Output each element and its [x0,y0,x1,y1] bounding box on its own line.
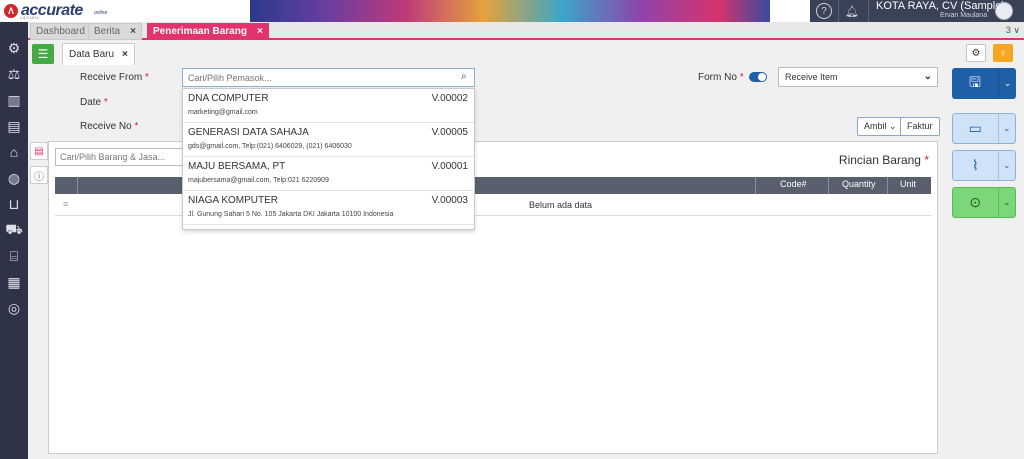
bell-icon[interactable]: 🔔︎ [844,3,860,19]
tab-count-value: 3 [1005,25,1011,35]
gear-icon[interactable]: ⚙ [5,39,23,57]
avatar[interactable] [995,2,1013,20]
list-item[interactable]: GENERASI DATA SAHAJA V.00005 gds@gmail.c… [183,123,474,157]
logo-mark-icon: Λ [4,4,18,18]
form-no-toggle[interactable] [749,72,767,82]
top-bar: Λ accurate online v 5.0.1874 ? 🔔︎ KOTA R… [0,0,1024,22]
tab-penerimaan-barang[interactable]: Penerimaan Barang × [147,23,269,40]
column-unit[interactable]: Unit [900,179,916,189]
tab-bar: Dashboard Berita × Penerimaan Barang × 3… [28,22,1024,40]
user-bar: ? 🔔︎ KOTA RAYA, CV (Sample) Ervan Maulan… [810,0,1024,22]
search-icon[interactable]: ⌕ [461,71,467,82]
faktur-button[interactable]: Faktur [900,117,940,136]
supplier-name: NIAGA KOMPUTER [188,195,279,206]
close-icon[interactable]: × [130,26,136,37]
receive-no-label: Receive No * [80,121,139,132]
column-divider [77,177,78,194]
building-icon[interactable]: ▥ [5,91,23,109]
panel-title: Rincian Barang * [838,153,929,167]
supplier-code: V.00002 [431,93,468,104]
report-icon[interactable]: ▦ [5,273,23,291]
list-item[interactable]: DNA COMPUTER V.00002 marketing@gmail.com [183,89,474,123]
paperclip-icon: ⌇ [971,157,979,173]
chevron-down-icon[interactable]: ⌄ [998,68,1016,99]
bag-icon[interactable]: ◍ [5,169,23,187]
lightbulb-icon[interactable]: ♀ [993,44,1013,62]
document-icon: ▭ [968,120,982,136]
tab-label: Dashboard [36,26,85,37]
save-icon: 🖫 [969,73,981,90]
chevron-down-icon: ⌄ [923,71,932,82]
list-item[interactable]: MAJU BERSAMA, PT V.00001 majubersama@gma… [183,157,474,191]
help-icon[interactable]: ? [816,3,832,19]
bank-icon[interactable]: ⌂ [5,143,23,161]
main-content: ☰ Data Baru × ⚙ ♀ Receive From * Date * … [28,42,1024,459]
chevron-down-icon[interactable]: ⌄ [997,151,1015,180]
supplier-dropdown: DNA COMPUTER V.00002 marketing@gmail.com… [182,88,475,230]
supplier-detail: majubersama@gmail.com, Telp:021 6220909 [188,177,329,184]
document-tab-icon[interactable]: ▤ [30,142,48,160]
cart-icon[interactable]: ⊔ [5,195,23,213]
subtab-label: Data Baru [69,49,115,60]
supplier-name: GENERASI DATA SAHAJA [188,127,309,138]
chevron-down-icon[interactable]: ⌄ [997,188,1015,217]
receive-from-label: Receive From * [80,72,149,83]
chart-icon[interactable]: ◎ [5,299,23,317]
column-divider [828,177,829,194]
close-icon[interactable]: × [122,49,128,60]
supplier-code: V.00005 [431,127,468,138]
drag-handle-icon[interactable]: ≡ [63,199,68,209]
banner-fade [140,0,250,22]
document-button[interactable]: ▭ ⌄ [952,113,1016,144]
empty-state-text: Belum ada data [529,200,593,210]
chevron-down-icon[interactable]: ⌄ [997,114,1015,143]
attachment-button[interactable]: ⌇ ⌄ [952,150,1016,181]
header-banner [250,0,770,22]
ambil-button[interactable]: Ambil ⌄ [857,117,904,136]
user-name: Ervan Maulana [940,12,988,19]
list-icon[interactable]: ☰ [32,44,54,64]
truck-icon[interactable]: ⛟ [5,221,23,239]
form-type-select[interactable]: Receive Item ⌄ [778,67,938,87]
app-version: v 5.0.1874 [20,15,39,20]
tab-count[interactable]: 3 ∨ [1006,25,1020,36]
close-icon[interactable]: × [257,26,263,37]
tab-label: Berita [94,26,121,37]
column-divider [755,177,756,194]
company-name[interactable]: KOTA RAYA, CV (Sample) [876,0,1005,12]
tab-berita[interactable]: Berita × [88,23,142,40]
supplier-detail: Jl. Gunung Sahari 5 No. 105 Jakarta DKI … [188,211,394,218]
settings-gear-button[interactable]: ⚙ [966,44,986,62]
date-label: Date * [80,97,108,108]
scale-icon[interactable]: ⚖ [5,65,23,83]
more-icon: ⊙ [969,194,982,210]
item-search-input[interactable] [55,148,185,166]
tab-label: Penerimaan Barang [153,26,247,37]
column-quantity[interactable]: Quantity [842,179,876,189]
supplier-detail: marketing@gmail.com [188,109,258,116]
supplier-detail: gds@gmail.com, Telp:(021) 6406029, (021)… [188,143,352,150]
form-type-value: Receive Item [785,72,838,82]
supplier-name: MAJU BERSAMA, PT [188,161,286,172]
book-icon[interactable]: ▤ [5,117,23,135]
form-no-label: Form No * [698,72,744,83]
save-button[interactable]: 🖫 ⌄ [952,68,1016,99]
supplier-code: V.00001 [431,161,468,172]
more-actions-button[interactable]: ⊙ ⌄ [952,187,1016,218]
user-bar-divider [838,0,839,22]
factory-icon[interactable]: ⌸ [5,247,23,265]
column-divider [887,177,888,194]
tab-data-baru[interactable]: Data Baru × [62,43,135,65]
user-bar-divider [868,0,869,22]
list-item[interactable]: NIAGA KOMPUTER V.00003 Jl. Gunung Sahari… [183,191,474,225]
sidebar: ⚙ ⚖ ▥ ▤ ⌂ ◍ ⊔ ⛟ ⌸ ▦ ◎ [0,22,28,459]
tab-dashboard[interactable]: Dashboard [30,23,91,40]
supplier-search-input[interactable] [182,68,475,87]
column-code[interactable]: Code# [780,179,807,189]
supplier-code: V.00003 [431,195,468,206]
supplier-name: DNA COMPUTER [188,93,269,104]
app-logo[interactable]: Λ accurate [4,0,83,22]
logo-subtitle: online [94,10,108,16]
info-tab-icon[interactable]: ⓘ [30,166,48,184]
